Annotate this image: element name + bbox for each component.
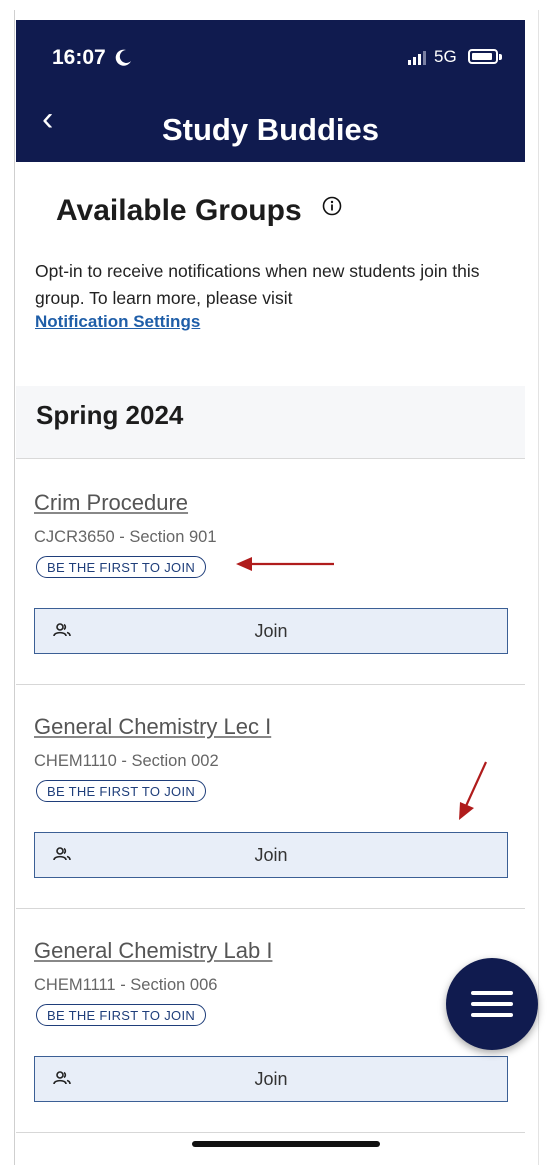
menu-icon-bar	[471, 1013, 513, 1017]
join-button-label: Join	[254, 845, 288, 865]
course-name-link[interactable]: General Chemistry Lab I	[34, 938, 272, 964]
menu-icon-bar	[471, 1002, 513, 1006]
join-button[interactable]: Join	[34, 1056, 508, 1102]
course-code: CJCR3650 - Section 901	[34, 528, 217, 546]
home-indicator	[192, 1141, 380, 1147]
annotation-arrow-left	[236, 557, 334, 571]
status-badge: BE THE FIRST TO JOIN	[36, 780, 207, 802]
signal-icon	[408, 51, 426, 65]
join-button-label: Join	[254, 621, 288, 641]
info-icon[interactable]	[322, 196, 342, 216]
course-code: CHEM1111 - Section 006	[34, 976, 218, 994]
menu-fab-button[interactable]	[446, 958, 538, 1050]
term-label: Spring 2024	[36, 400, 184, 430]
term-header: Spring 2024	[16, 386, 525, 459]
section-description: Opt-in to receive notifications when new…	[35, 261, 480, 308]
annotation-arrow-down	[459, 761, 488, 820]
course-code: CHEM1110 - Section 002	[34, 752, 219, 770]
moon-icon	[115, 49, 131, 66]
join-button-label: Join	[254, 1069, 288, 1089]
status-badge: BE THE FIRST TO JOIN	[36, 556, 207, 578]
menu-icon-bar	[471, 991, 513, 995]
group-card: General Chemistry Lec I CHEM1110 - Secti…	[16, 684, 525, 909]
network-type: 5G	[434, 47, 457, 66]
page-title: Study Buddies	[161, 112, 379, 147]
course-name-link[interactable]: Crim Procedure	[34, 490, 188, 516]
battery-tip	[499, 54, 502, 60]
status-time: 16:07	[52, 46, 106, 69]
join-button[interactable]: Join	[34, 832, 508, 878]
battery-icon	[468, 49, 498, 64]
status-badge: BE THE FIRST TO JOIN	[36, 1004, 207, 1026]
course-name-link[interactable]: General Chemistry Lec I	[34, 714, 271, 740]
app-header: 16:07 5G ‹ Study Buddies	[16, 20, 525, 162]
join-button[interactable]: Join	[34, 608, 508, 654]
notification-settings-link[interactable]: Notification Settings	[35, 312, 200, 332]
section-heading: Available Groups	[56, 194, 302, 227]
